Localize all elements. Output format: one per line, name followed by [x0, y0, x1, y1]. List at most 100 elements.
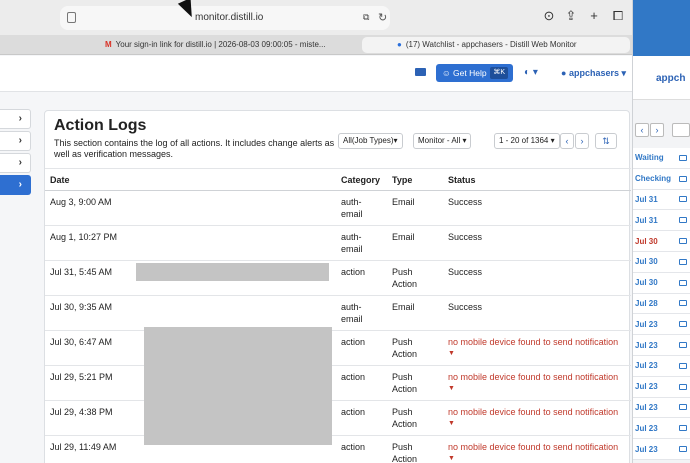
- background-watchlist-row[interactable]: Jul 23: [630, 418, 690, 440]
- background-row-status: Jul 28: [635, 298, 658, 308]
- background-watchlist-row[interactable]: Jul 23: [630, 314, 690, 336]
- expand-caret-icon[interactable]: ▼: [448, 383, 626, 395]
- status-text: no mobile device found to send notificat…: [448, 337, 619, 347]
- sidebar-expand-button[interactable]: ›: [0, 131, 31, 151]
- background-watchlist-row[interactable]: Jul 23: [630, 355, 690, 377]
- redacted-area: [144, 327, 332, 445]
- user-icon: ●: [561, 68, 569, 78]
- background-next-page-button[interactable]: ›: [650, 123, 664, 137]
- background-watchlist-row[interactable]: Jul 23: [630, 397, 690, 419]
- url-text: monitor.distill.io: [195, 12, 264, 23]
- mail-icon[interactable]: [415, 68, 426, 76]
- prev-page-button[interactable]: ‹: [560, 133, 574, 149]
- next-page-button[interactable]: ›: [575, 133, 589, 149]
- tab-gmail[interactable]: M Your sign-in link for distill.io | 2026…: [105, 37, 357, 53]
- status-text: no mobile device found to send notificat…: [448, 407, 619, 417]
- job-type-filter[interactable]: All(Job Types)▾: [338, 133, 403, 149]
- monitor-icon[interactable]: [679, 154, 687, 161]
- column-header-type[interactable]: Type: [387, 168, 443, 191]
- monitor-icon[interactable]: [679, 404, 687, 411]
- theme-toggle-icon[interactable]: ◐ ▾: [524, 67, 538, 78]
- get-help-label: Get Help: [453, 68, 487, 78]
- background-watchlist-row[interactable]: Jul 23: [630, 376, 690, 398]
- background-row-status: Waiting: [635, 153, 664, 163]
- monitor-filter[interactable]: Monitor - All ▾: [413, 133, 472, 149]
- background-watchlist-row[interactable]: Jul 23: [630, 439, 690, 460]
- column-header-status[interactable]: Status: [443, 168, 631, 191]
- new-tab-icon[interactable]: +: [586, 8, 602, 24]
- monitor-icon[interactable]: [679, 342, 687, 349]
- background-list-icon[interactable]: [672, 123, 690, 137]
- expand-caret-icon[interactable]: ▼: [448, 418, 626, 430]
- share-icon[interactable]: ⇪: [563, 8, 579, 24]
- monitor-icon[interactable]: [679, 383, 687, 390]
- column-header-date[interactable]: Date: [45, 168, 336, 191]
- sidebar-expand-button[interactable]: ›: [0, 153, 31, 173]
- table-header-row: Date Category Type Status: [45, 168, 631, 191]
- table-row[interactable]: Aug 1, 10:27 PM auth-email Email Success: [45, 225, 631, 261]
- status-text: Success: [448, 232, 483, 242]
- background-prev-page-button[interactable]: ‹: [635, 123, 649, 137]
- monitor-icon[interactable]: [679, 362, 687, 369]
- page-info-icon[interactable]: [67, 12, 76, 23]
- cell-type: Push Action: [387, 330, 443, 366]
- background-watchlist-row[interactable]: Waiting: [630, 148, 690, 169]
- monitor-icon[interactable]: [679, 196, 687, 203]
- user-menu[interactable]: ● appchasers ▾: [561, 68, 626, 79]
- cell-status[interactable]: no mobile device found to send notificat…: [443, 435, 631, 463]
- monitor-icon[interactable]: [679, 175, 687, 182]
- table-row[interactable]: Jul 30, 9:35 AM auth-email Email Success: [45, 295, 631, 331]
- background-watchlist-row[interactable]: Checking: [630, 168, 690, 190]
- translate-icon[interactable]: ⧉: [363, 12, 369, 23]
- monitor-icon[interactable]: [679, 425, 687, 432]
- table-row[interactable]: Jul 30, 6:47 AM action Push Action no mobil…: [45, 330, 631, 366]
- reload-icon[interactable]: ↻: [378, 11, 387, 24]
- expand-caret-icon[interactable]: ▼: [448, 348, 626, 360]
- table-row[interactable]: Jul 29, 5:21 PM action Push Action no mobil…: [45, 365, 631, 401]
- background-row-status: Jul 23: [635, 319, 658, 329]
- table-row[interactable]: Jul 29, 4:38 PM action Push Action no mobil…: [45, 400, 631, 436]
- tab-distill[interactable]: ● (17) Watchlist - appchasers - Distill W…: [362, 37, 630, 53]
- status-text: Success: [448, 197, 483, 207]
- cell-status: Success: [443, 260, 631, 296]
- expand-caret-icon[interactable]: ▼: [448, 453, 626, 463]
- status-text: no mobile device found to send notificat…: [448, 442, 619, 452]
- table-row[interactable]: Jul 29, 11:49 AM action Push Action no mobi…: [45, 435, 631, 463]
- background-watchlist-row[interactable]: Jul 28: [630, 293, 690, 315]
- table-row[interactable]: Aug 3, 9:00 AM auth-email Email Success: [45, 190, 631, 226]
- background-watchlist-row[interactable]: Jul 30: [630, 231, 690, 252]
- sidebar-expand-button[interactable]: ›: [0, 109, 31, 129]
- monitor-icon[interactable]: [679, 446, 687, 453]
- get-help-button[interactable]: ☺ Get Help ⌘K: [436, 64, 513, 82]
- cell-category: auth-email: [336, 190, 387, 226]
- shortcut-badge: ⌘K: [490, 67, 508, 79]
- background-watchlist-row[interactable]: Jul 30: [630, 272, 690, 294]
- column-header-category[interactable]: Category: [336, 168, 387, 191]
- sort-button[interactable]: ⇅: [595, 133, 617, 149]
- tab-overview-icon[interactable]: ⧠: [610, 8, 626, 24]
- sidebar-expand-button-active[interactable]: ›: [0, 175, 31, 195]
- cell-status[interactable]: no mobile device found to send notificat…: [443, 400, 631, 436]
- address-bar[interactable]: monitor.distill.io ⧉ ↻: [60, 6, 390, 30]
- cell-category: auth-email: [336, 225, 387, 261]
- help-icon: ☺: [442, 68, 454, 78]
- download-icon[interactable]: ⊙: [541, 8, 557, 24]
- cell-category: action: [336, 260, 387, 296]
- monitor-icon[interactable]: [679, 258, 687, 265]
- pagination-select[interactable]: 1 - 20 of 1364 ▾: [494, 133, 560, 149]
- monitor-icon[interactable]: [679, 217, 687, 224]
- background-user-label: appch: [656, 73, 686, 84]
- monitor-icon[interactable]: [679, 238, 687, 245]
- monitor-icon[interactable]: [679, 300, 687, 307]
- background-user-menu[interactable]: appch: [656, 73, 685, 84]
- monitor-icon[interactable]: [679, 321, 687, 328]
- table-row[interactable]: Jul 31, 5:45 AM action Push Action Success: [45, 260, 631, 296]
- monitor-icon[interactable]: [679, 279, 687, 286]
- cell-status[interactable]: no mobile device found to send notificat…: [443, 330, 631, 366]
- background-watchlist-row[interactable]: Jul 30: [630, 251, 690, 273]
- background-watchlist-row[interactable]: Jul 31: [630, 189, 690, 211]
- background-row-status: Jul 30: [635, 257, 658, 267]
- background-watchlist-row[interactable]: Jul 31: [630, 210, 690, 232]
- background-watchlist-row[interactable]: Jul 23: [630, 335, 690, 356]
- cell-status[interactable]: no mobile device found to send notificat…: [443, 365, 631, 401]
